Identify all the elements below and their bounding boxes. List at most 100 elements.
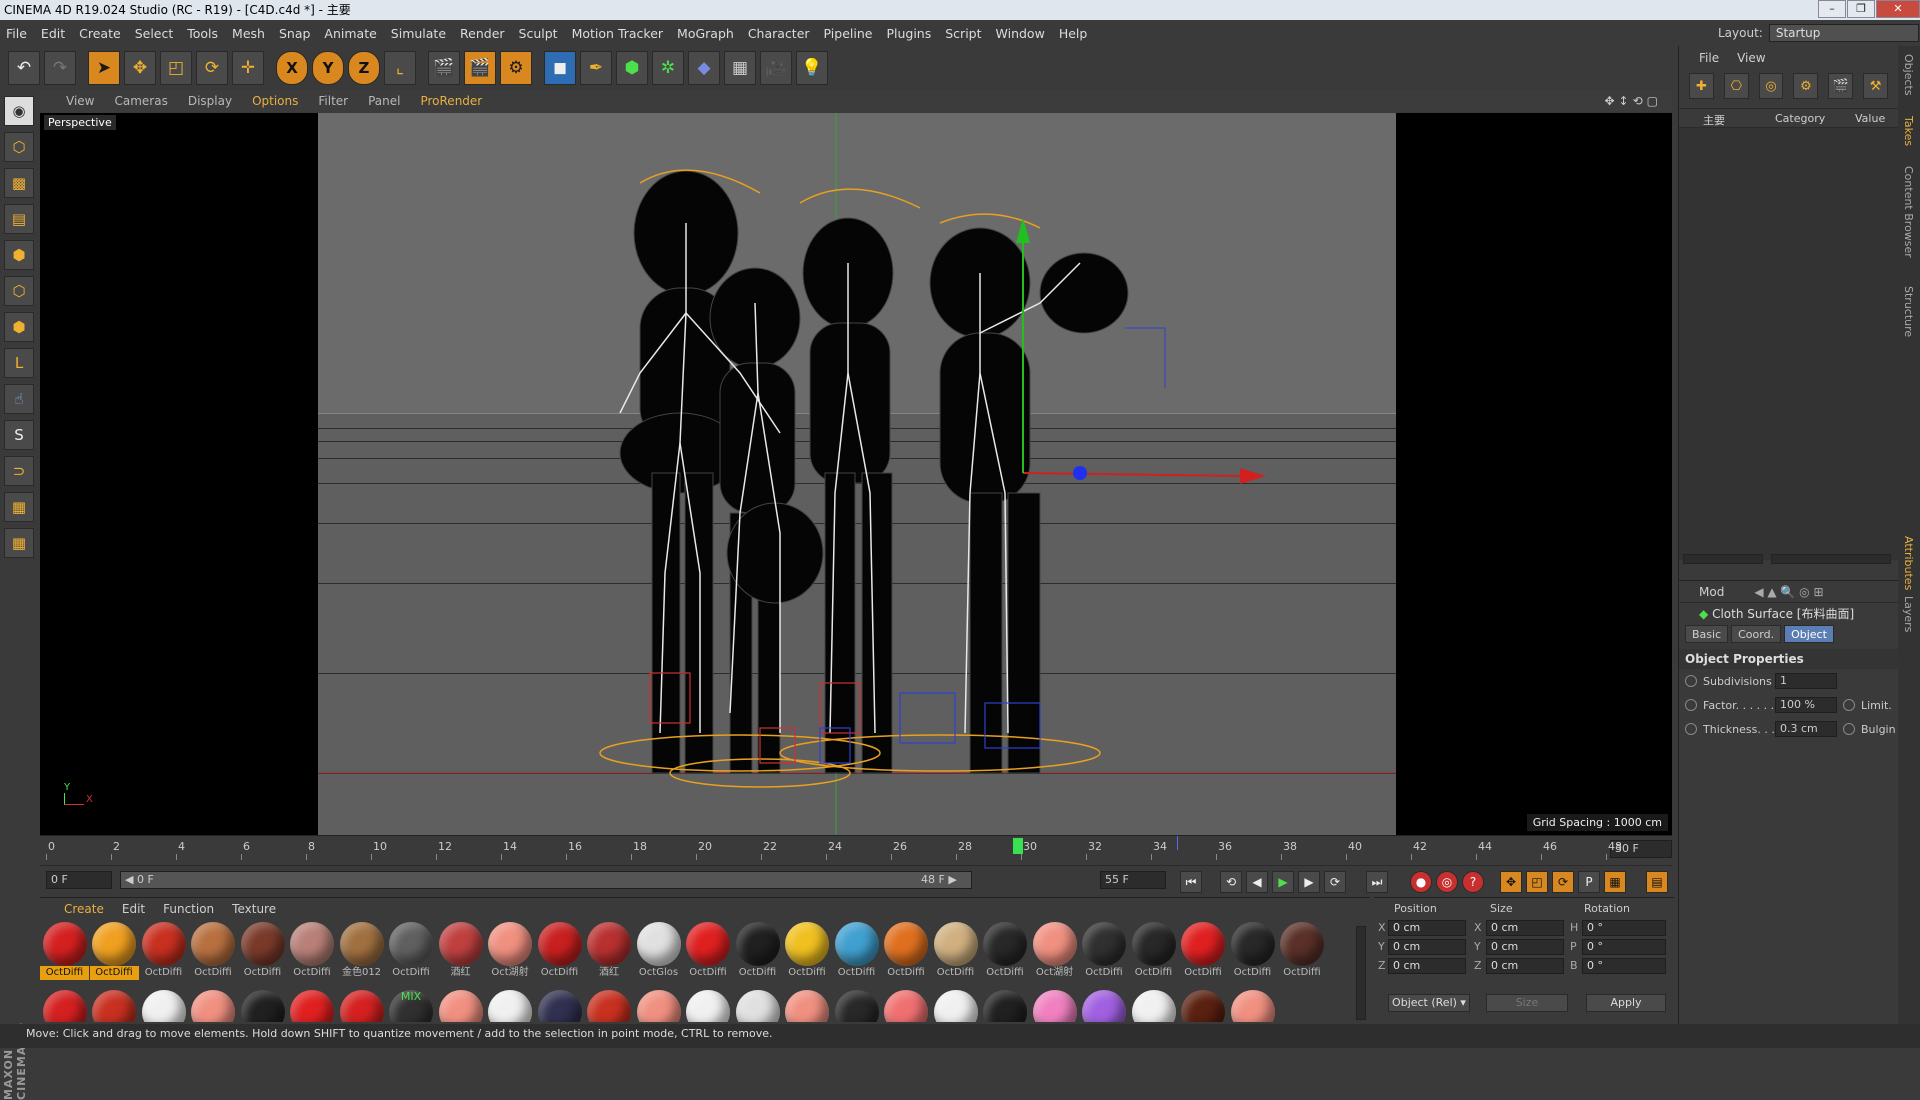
horizontal-scrollbar[interactable]: [1683, 554, 1763, 564]
x-axis-icon[interactable]: X: [276, 51, 308, 85]
material-menu-edit[interactable]: Edit: [122, 902, 145, 916]
objects-menu-file[interactable]: File: [1699, 51, 1719, 65]
material-swatch[interactable]: OctDiffi: [288, 922, 337, 980]
vertical-tab-structure[interactable]: Structure: [1902, 286, 1915, 337]
material-swatch[interactable]: OctDiffi: [189, 922, 238, 980]
animate-toggle-icon[interactable]: [1685, 675, 1697, 687]
material-swatch[interactable]: [832, 990, 881, 1022]
material-swatch[interactable]: OctDiffi: [733, 922, 782, 980]
objects-menu-view[interactable]: View: [1737, 51, 1765, 65]
material-swatch[interactable]: [90, 990, 139, 1022]
render-picture-viewer-icon[interactable]: 🎬: [464, 51, 496, 85]
vertical-tab-content-browser[interactable]: Content Browser: [1902, 166, 1915, 258]
menu-mograph[interactable]: MoGraph: [677, 26, 734, 41]
live-selection-icon[interactable]: ➤: [88, 51, 120, 85]
position-field[interactable]: 0 cm: [1388, 920, 1466, 936]
material-swatch[interactable]: [436, 990, 485, 1022]
size-mode-select[interactable]: Size: [1486, 994, 1568, 1012]
material-swatch[interactable]: OctDiffi: [783, 922, 832, 980]
takes-list[interactable]: [1679, 128, 1899, 564]
material-swatch[interactable]: Oct湖射: [1030, 922, 1079, 980]
redo-icon[interactable]: ↷: [44, 51, 76, 85]
z-axis-icon[interactable]: Z: [348, 51, 380, 85]
rotation-field[interactable]: 0 °: [1582, 920, 1666, 936]
viewport-menu-prorender[interactable]: ProRender: [420, 94, 482, 108]
texture-mode-icon[interactable]: ▩: [4, 168, 34, 198]
take-auto-icon[interactable]: ◎: [1758, 73, 1784, 99]
animate-toggle-icon[interactable]: [1685, 723, 1697, 735]
rotation-field[interactable]: 0 °: [1582, 939, 1666, 955]
material-swatch[interactable]: [1080, 990, 1129, 1022]
material-swatch[interactable]: [1228, 990, 1277, 1022]
material-swatch[interactable]: MIX: [387, 990, 436, 1022]
menu-help[interactable]: Help: [1059, 26, 1088, 41]
workplane-icon[interactable]: ▤: [4, 204, 34, 234]
vertical-tab-takes[interactable]: Takes: [1902, 116, 1915, 146]
position-field[interactable]: 0 cm: [1388, 939, 1466, 955]
viewport-menu-filter[interactable]: Filter: [318, 94, 348, 108]
take-add-icon[interactable]: ✚: [1689, 73, 1714, 99]
property-value-field[interactable]: 0.3 cm: [1775, 721, 1837, 737]
material-swatch[interactable]: Oct湖射: [486, 922, 535, 980]
horizontal-scrollbar[interactable]: [1771, 554, 1891, 564]
minimize-button[interactable]: –: [1818, 0, 1846, 18]
menu-character[interactable]: Character: [748, 26, 810, 41]
material-swatch[interactable]: OctDiffi: [139, 922, 188, 980]
material-swatch[interactable]: [585, 990, 634, 1022]
polygons-mode-icon[interactable]: ⬢: [4, 312, 34, 342]
material-swatch[interactable]: OctDiffi: [1179, 922, 1228, 980]
viewport-menu-cameras[interactable]: Cameras: [114, 94, 167, 108]
menu-file[interactable]: File: [6, 26, 27, 41]
material-swatch[interactable]: OctDiffi: [1278, 922, 1327, 980]
column-main[interactable]: 主要: [1703, 112, 1725, 128]
key-scale-icon[interactable]: ◰: [1526, 871, 1548, 893]
play-icon[interactable]: ▶: [1272, 871, 1294, 893]
subdivision-icon[interactable]: ⬢: [616, 51, 648, 85]
deformer-icon[interactable]: ◆: [688, 51, 720, 85]
menu-snap[interactable]: Snap: [279, 26, 310, 41]
light-icon[interactable]: 💡: [796, 51, 828, 85]
material-swatch[interactable]: OctDiffi: [1129, 922, 1178, 980]
material-swatch[interactable]: OctDiffi: [832, 922, 881, 980]
material-swatch[interactable]: [634, 990, 683, 1022]
attributes-mode-menu[interactable]: Mod: [1699, 585, 1724, 599]
autokey-icon[interactable]: ◎: [1436, 871, 1458, 893]
scale-icon[interactable]: ◰: [160, 51, 192, 85]
material-swatch[interactable]: [931, 990, 980, 1022]
y-axis-icon[interactable]: Y: [312, 51, 344, 85]
material-scrollbar[interactable]: [1356, 926, 1366, 1020]
key-parameter-icon[interactable]: P: [1578, 871, 1600, 893]
move-icon[interactable]: ✥: [124, 51, 156, 85]
go-to-end-icon[interactable]: ⏭: [1366, 871, 1388, 893]
previous-frame-icon[interactable]: ◀: [1246, 871, 1268, 893]
attributes-nav-icons[interactable]: ◀ ▲ 🔍 ◎ ⊞: [1754, 585, 1823, 599]
render-settings-icon[interactable]: ⚙: [500, 51, 532, 85]
layout-dropdown[interactable]: Startup: [1768, 24, 1919, 42]
menu-mesh[interactable]: Mesh: [232, 26, 265, 41]
edges-mode-icon[interactable]: ⬡: [4, 276, 34, 306]
viewport-camera-label[interactable]: Perspective: [44, 115, 116, 130]
property-value-field[interactable]: 1: [1775, 673, 1837, 689]
playhead-marker[interactable]: [1013, 838, 1023, 854]
material-swatch[interactable]: [783, 990, 832, 1022]
keyframe-selection-icon[interactable]: ?: [1462, 871, 1484, 893]
viewport-menu-display[interactable]: Display: [188, 94, 232, 108]
make-editable-icon[interactable]: ◉: [4, 96, 34, 126]
attribute-tab-object[interactable]: Object: [1784, 625, 1834, 643]
menu-script[interactable]: Script: [945, 26, 981, 41]
material-swatch[interactable]: [238, 990, 287, 1022]
animate-toggle-icon[interactable]: [1685, 699, 1697, 711]
material-swatch[interactable]: OctDiffi: [1228, 922, 1277, 980]
rotate-icon[interactable]: ⟳: [196, 51, 228, 85]
render-view-icon[interactable]: 🎬: [428, 51, 460, 85]
material-swatch[interactable]: OctDiffi: [40, 922, 89, 980]
menu-tools[interactable]: Tools: [187, 26, 218, 41]
material-swatch[interactable]: [189, 990, 238, 1022]
material-swatch[interactable]: [337, 990, 386, 1022]
material-menu-function[interactable]: Function: [163, 902, 214, 916]
cube-icon[interactable]: ◼: [544, 51, 576, 85]
material-swatch[interactable]: [535, 990, 584, 1022]
material-swatch[interactable]: OctDiffi: [535, 922, 584, 980]
checkbox-icon[interactable]: [1843, 723, 1855, 735]
planar-workplane-icon[interactable]: ▦: [4, 528, 34, 558]
